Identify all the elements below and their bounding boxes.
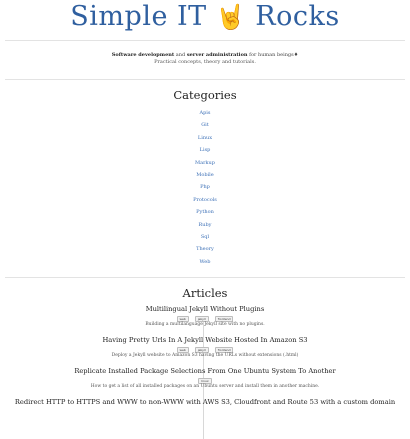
categories-heading: Categories [173, 88, 237, 102]
category-item: Markup [0, 157, 410, 169]
article-title-link[interactable]: Having Pretty Urls In A Jekyll Website H… [0, 336, 410, 345]
category-link-sql[interactable]: Sql [201, 234, 209, 240]
site-title-right: Rocks [255, 1, 340, 32]
article-item: Redirect HTTP to HTTPS and WWW to non-WW… [0, 398, 410, 407]
category-link-mobile[interactable]: Mobile [196, 172, 214, 178]
category-link-web[interactable]: Web [200, 259, 211, 265]
articles-heading: Articles [182, 286, 228, 301]
article-tags: web jekyll frontend [0, 316, 410, 323]
article-description: Deploy a Jekyll website to Amazon S3 hav… [111, 353, 299, 359]
article-description: How to get a list of all installed packa… [90, 384, 320, 390]
category-item: Ruby [0, 219, 410, 231]
article-item: Having Pretty Urls In A Jekyll Website H… [0, 336, 410, 359]
diamond-icon: ♦ [293, 52, 299, 58]
site-title-link[interactable]: Simple IT 🤘 Rocks [70, 1, 339, 32]
tagline-and: and [174, 52, 187, 58]
article-title-link[interactable]: Multilingual Jekyll Without Plugins [0, 305, 410, 314]
article-description: Building a multilanguage Jekyll site wit… [145, 322, 265, 328]
category-item: Linux [0, 132, 410, 144]
category-link-markup[interactable]: Markup [195, 160, 215, 166]
tagline-humans: for human beings [247, 52, 294, 58]
category-item: Theory [0, 243, 410, 255]
category-item: Protocols [0, 194, 410, 206]
category-link-protocols[interactable]: Protocols [193, 197, 217, 203]
category-link-theory[interactable]: Theory [196, 246, 214, 252]
category-item: Sql [0, 231, 410, 243]
category-item: Python [0, 206, 410, 218]
article-title-link[interactable]: Replicate Installed Package Selections F… [0, 367, 410, 376]
category-link-git[interactable]: Git [201, 122, 209, 128]
site-subtagline: Practical concepts, theory and tutorials… [154, 59, 256, 65]
site-tagline: Software development and server administ… [0, 52, 410, 59]
article-tags: web jekyll frontend [0, 347, 410, 354]
category-link-linux[interactable]: Linux [198, 135, 212, 141]
category-link-ruby[interactable]: Ruby [198, 222, 211, 228]
tagline-server: server administration [186, 52, 248, 58]
header-divider [5, 40, 405, 41]
article-list: Multilingual Jekyll Without Plugins web … [0, 305, 410, 439]
category-item: Mobile [0, 169, 410, 181]
article-tags: linux [0, 378, 410, 385]
category-link-apis[interactable]: Apis [200, 110, 211, 116]
tagline-software: Software development [111, 52, 175, 58]
article-item: Multilingual Jekyll Without Plugins web … [0, 305, 410, 328]
category-list: Apis Git Linux Lisp Markup Mobile Php Pr… [0, 107, 410, 268]
article-item: Replicate Installed Package Selections F… [0, 367, 410, 390]
categories-divider [5, 277, 405, 279]
site-title[interactable]: Simple IT 🤘 Rocks [0, 0, 410, 34]
rock-hand-icon: 🤘 [215, 3, 247, 31]
category-item: Lisp [0, 144, 410, 156]
category-link-python[interactable]: Python [196, 209, 214, 215]
category-link-php[interactable]: Php [200, 184, 210, 190]
category-item: Web [0, 256, 410, 268]
category-item: Php [0, 181, 410, 193]
site-title-left: Simple IT [70, 1, 207, 32]
category-link-lisp[interactable]: Lisp [200, 147, 211, 153]
category-item: Apis [0, 107, 410, 119]
category-item: Git [0, 119, 410, 131]
article-title-link[interactable]: Redirect HTTP to HTTPS and WWW to non-WW… [0, 398, 410, 407]
intro-divider [5, 79, 405, 80]
